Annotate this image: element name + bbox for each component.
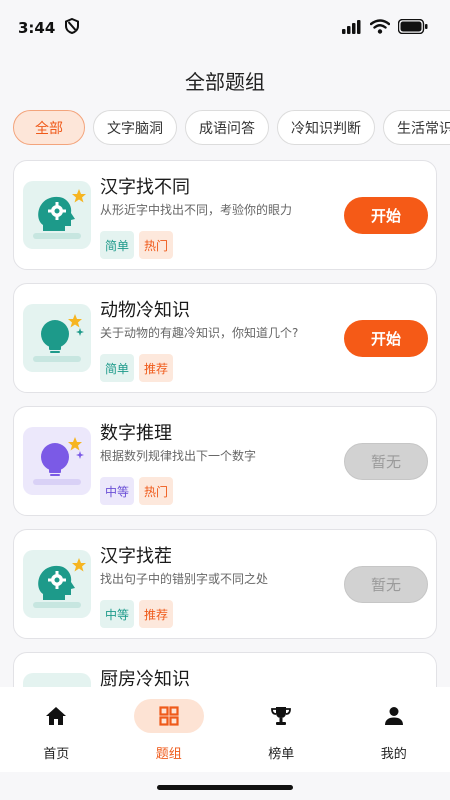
quiz-card[interactable]: 数字推理 根据数列规律找出下一个数字 中等 热门 暂无 (13, 406, 437, 516)
quiz-card[interactable]: 动物冷知识 关于动物的有趣冷知识，你知道几个? 简单 推荐 开始 (13, 283, 437, 393)
label-tag: 热门 (139, 477, 174, 505)
label-tag: 推荐 (139, 600, 174, 628)
home-indicator[interactable] (157, 785, 293, 790)
quiz-card-title: 汉字找不同 (100, 177, 190, 198)
status-bar: 3:44 (0, 0, 450, 56)
grid-icon (159, 705, 179, 727)
quiz-card-description: 关于动物的有趣冷知识，你知道几个? (100, 326, 299, 340)
quiz-card-description: 根据数列规律找出下一个数字 (100, 449, 257, 463)
quiz-card-description: 找出句子中的错别字或不同之处 (100, 572, 269, 586)
signal-icon (342, 19, 362, 38)
label-tag: 推荐 (139, 354, 174, 382)
filter-chip-idiom-quiz[interactable]: 成语问答 (185, 110, 269, 145)
difficulty-tag: 中等 (100, 477, 135, 505)
quiz-card-title: 汉字找茬 (100, 546, 172, 567)
user-icon (384, 705, 404, 727)
difficulty-tag: 中等 (100, 600, 135, 628)
unavailable-button[interactable]: 暂无 (344, 443, 428, 480)
tab-profile[interactable]: 我的 (338, 687, 450, 772)
difficulty-tag: 简单 (100, 354, 135, 382)
quiz-group-list: 汉字找不同 从形近字中找出不同，考验你的眼力 简单 热门 开始 动物冷知识 关于… (13, 160, 437, 775)
quiz-card-description: 从形近字中找出不同，考验你的眼力 (100, 203, 293, 217)
label-tag: 热门 (139, 231, 174, 259)
lightbulb-icon (23, 304, 91, 372)
filter-chip-life-knowledge[interactable]: 生活常识 (383, 110, 450, 145)
difficulty-tag: 简单 (100, 231, 135, 259)
bottom-tab-bar: 首页 题组 榜单 我的 (0, 687, 450, 772)
page-title: 全部题组 (185, 70, 265, 94)
category-filter-bar: 全部 文字脑洞 成语问答 冷知识判断 生活常识 (13, 110, 450, 146)
tab-label: 题组 (155, 747, 182, 762)
lightbulb-icon (23, 427, 91, 495)
start-button[interactable]: 开始 (344, 320, 428, 357)
brain-gear-icon (23, 550, 91, 618)
trophy-icon (270, 705, 292, 727)
quiz-card[interactable]: 汉字找不同 从形近字中找出不同，考验你的眼力 简单 热门 开始 (13, 160, 437, 270)
quiz-card[interactable]: 汉字找茬 找出句子中的错别字或不同之处 中等 推荐 暂无 (13, 529, 437, 639)
tab-quiz-groups[interactable]: 题组 (113, 687, 226, 772)
status-time: 3:44 (18, 19, 56, 37)
wifi-icon (369, 18, 391, 38)
tab-label: 首页 (43, 747, 70, 762)
quiz-card-title: 动物冷知识 (100, 300, 190, 321)
quiz-card-title: 数字推理 (100, 423, 172, 444)
tab-label: 榜单 (268, 747, 295, 762)
shield-icon (65, 17, 80, 38)
battery-icon (397, 18, 428, 38)
home-icon (45, 705, 67, 727)
brain-gear-icon (23, 181, 91, 249)
tab-home[interactable]: 首页 (0, 687, 113, 772)
unavailable-button[interactable]: 暂无 (344, 566, 428, 603)
tab-label: 我的 (380, 747, 407, 762)
start-button[interactable]: 开始 (344, 197, 428, 234)
filter-chip-all[interactable]: 全部 (13, 110, 85, 145)
tab-leaderboard[interactable]: 榜单 (225, 687, 338, 772)
filter-chip-trivia-judge[interactable]: 冷知识判断 (277, 110, 375, 145)
filter-chip-word-brain[interactable]: 文字脑洞 (93, 110, 177, 145)
